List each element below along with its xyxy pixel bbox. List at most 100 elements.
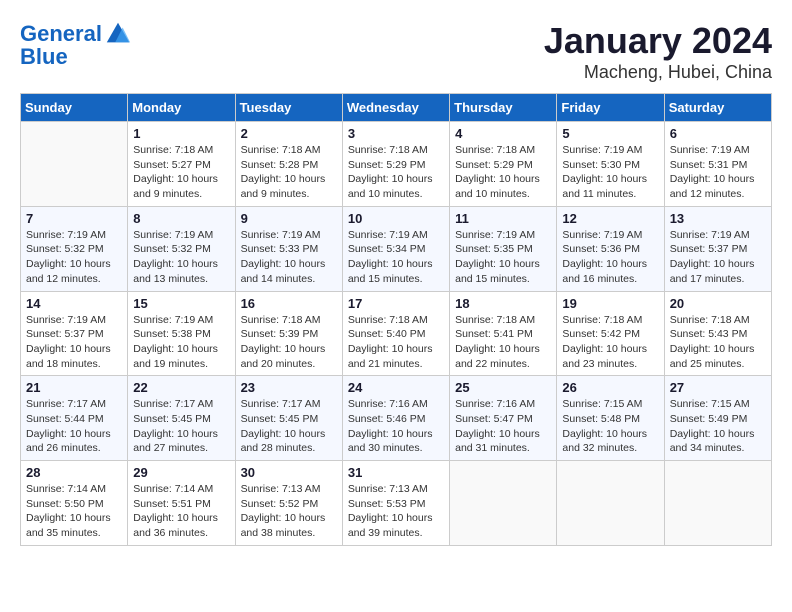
day-number: 28 (26, 465, 122, 480)
day-info: Sunrise: 7:19 AMSunset: 5:33 PMDaylight:… (241, 228, 337, 287)
day-info: Sunrise: 7:19 AMSunset: 5:36 PMDaylight:… (562, 228, 658, 287)
day-number: 3 (348, 126, 444, 141)
day-number: 20 (670, 296, 766, 311)
day-number: 26 (562, 380, 658, 395)
day-cell: 2 Sunrise: 7:18 AMSunset: 5:28 PMDaylight… (235, 122, 342, 207)
day-cell: 22Sunrise: 7:17 AMSunset: 5:45 PMDayligh… (128, 376, 235, 461)
day-cell (557, 461, 664, 546)
day-number: 1 (133, 126, 229, 141)
day-cell: 1 Sunrise: 7:18 AMSunset: 5:27 PMDaylight… (128, 122, 235, 207)
day-cell (21, 122, 128, 207)
logo: General Blue (20, 20, 132, 70)
day-cell: 28Sunrise: 7:14 AMSunset: 5:50 PMDayligh… (21, 461, 128, 546)
weekday-header-thursday: Thursday (450, 94, 557, 122)
day-number: 5 (562, 126, 658, 141)
title-block: January 2024 Macheng, Hubei, China (544, 20, 772, 83)
day-number: 7 (26, 211, 122, 226)
day-info: Sunrise: 7:19 AMSunset: 5:32 PMDaylight:… (26, 228, 122, 287)
day-number: 18 (455, 296, 551, 311)
day-cell: 24 Sunrise: 7:16 AMSunset: 5:46 PMDayligh… (342, 376, 449, 461)
day-cell: 8 Sunrise: 7:19 AMSunset: 5:32 PMDaylight… (128, 206, 235, 291)
day-info: Sunrise: 7:19 AMSunset: 5:31 PMDaylight:… (670, 143, 766, 202)
day-cell: 20 Sunrise: 7:18 AMSunset: 5:43 PMDayligh… (664, 291, 771, 376)
day-number: 12 (562, 211, 658, 226)
week-row-5: 28Sunrise: 7:14 AMSunset: 5:50 PMDayligh… (21, 461, 772, 546)
day-info: Sunrise: 7:18 AMSunset: 5:42 PMDaylight:… (562, 313, 658, 372)
day-info: Sunrise: 7:15 AMSunset: 5:49 PMDaylight:… (670, 397, 766, 456)
day-cell: 14 Sunrise: 7:19 AMSunset: 5:37 PMDayligh… (21, 291, 128, 376)
day-info: Sunrise: 7:14 AMSunset: 5:51 PMDaylight:… (133, 482, 229, 541)
day-number: 10 (348, 211, 444, 226)
day-info: Sunrise: 7:19 AMSunset: 5:35 PMDaylight:… (455, 228, 551, 287)
day-number: 8 (133, 211, 229, 226)
day-number: 25 (455, 380, 551, 395)
day-cell: 27 Sunrise: 7:15 AMSunset: 5:49 PMDayligh… (664, 376, 771, 461)
day-info: Sunrise: 7:13 AMSunset: 5:52 PMDaylight:… (241, 482, 337, 541)
day-cell: 16Sunrise: 7:18 AMSunset: 5:39 PMDayligh… (235, 291, 342, 376)
day-info: Sunrise: 7:19 AMSunset: 5:37 PMDaylight:… (26, 313, 122, 372)
day-number: 11 (455, 211, 551, 226)
calendar-table: SundayMondayTuesdayWednesdayThursdayFrid… (20, 93, 772, 546)
day-cell: 4Sunrise: 7:18 AMSunset: 5:29 PMDaylight… (450, 122, 557, 207)
day-info: Sunrise: 7:15 AMSunset: 5:48 PMDaylight:… (562, 397, 658, 456)
day-info: Sunrise: 7:17 AMSunset: 5:44 PMDaylight:… (26, 397, 122, 456)
day-number: 27 (670, 380, 766, 395)
day-cell: 7 Sunrise: 7:19 AMSunset: 5:32 PMDaylight… (21, 206, 128, 291)
weekday-header-row: SundayMondayTuesdayWednesdayThursdayFrid… (21, 94, 772, 122)
day-cell: 23 Sunrise: 7:17 AMSunset: 5:45 PMDayligh… (235, 376, 342, 461)
day-cell: 19Sunrise: 7:18 AMSunset: 5:42 PMDayligh… (557, 291, 664, 376)
day-info: Sunrise: 7:18 AMSunset: 5:40 PMDaylight:… (348, 313, 444, 372)
day-info: Sunrise: 7:19 AMSunset: 5:32 PMDaylight:… (133, 228, 229, 287)
day-cell: 9Sunrise: 7:19 AMSunset: 5:33 PMDaylight… (235, 206, 342, 291)
day-info: Sunrise: 7:18 AMSunset: 5:41 PMDaylight:… (455, 313, 551, 372)
day-cell: 29 Sunrise: 7:14 AMSunset: 5:51 PMDayligh… (128, 461, 235, 546)
day-cell: 18 Sunrise: 7:18 AMSunset: 5:41 PMDayligh… (450, 291, 557, 376)
day-cell: 13Sunrise: 7:19 AMSunset: 5:37 PMDayligh… (664, 206, 771, 291)
day-info: Sunrise: 7:19 AMSunset: 5:38 PMDaylight:… (133, 313, 229, 372)
day-cell: 25 Sunrise: 7:16 AMSunset: 5:47 PMDayligh… (450, 376, 557, 461)
day-number: 14 (26, 296, 122, 311)
day-cell: 26 Sunrise: 7:15 AMSunset: 5:48 PMDayligh… (557, 376, 664, 461)
day-number: 6 (670, 126, 766, 141)
location: Macheng, Hubei, China (544, 62, 772, 83)
day-info: Sunrise: 7:18 AMSunset: 5:28 PMDaylight:… (241, 143, 337, 202)
month-title: January 2024 (544, 20, 772, 62)
day-number: 30 (241, 465, 337, 480)
day-info: Sunrise: 7:18 AMSunset: 5:29 PMDaylight:… (348, 143, 444, 202)
day-info: Sunrise: 7:19 AMSunset: 5:34 PMDaylight:… (348, 228, 444, 287)
day-cell: 10 Sunrise: 7:19 AMSunset: 5:34 PMDayligh… (342, 206, 449, 291)
weekday-header-wednesday: Wednesday (342, 94, 449, 122)
day-cell: 31 Sunrise: 7:13 AMSunset: 5:53 PMDayligh… (342, 461, 449, 546)
day-number: 31 (348, 465, 444, 480)
day-cell: 5Sunrise: 7:19 AMSunset: 5:30 PMDaylight… (557, 122, 664, 207)
day-cell: 17 Sunrise: 7:18 AMSunset: 5:40 PMDayligh… (342, 291, 449, 376)
weekday-header-saturday: Saturday (664, 94, 771, 122)
day-number: 17 (348, 296, 444, 311)
day-number: 13 (670, 211, 766, 226)
day-number: 15 (133, 296, 229, 311)
day-number: 23 (241, 380, 337, 395)
day-cell: 3 Sunrise: 7:18 AMSunset: 5:29 PMDaylight… (342, 122, 449, 207)
weekday-header-sunday: Sunday (21, 94, 128, 122)
day-number: 22 (133, 380, 229, 395)
day-number: 2 (241, 126, 337, 141)
day-info: Sunrise: 7:18 AMSunset: 5:43 PMDaylight:… (670, 313, 766, 372)
day-number: 24 (348, 380, 444, 395)
week-row-2: 7 Sunrise: 7:19 AMSunset: 5:32 PMDaylight… (21, 206, 772, 291)
day-cell (664, 461, 771, 546)
day-info: Sunrise: 7:18 AMSunset: 5:27 PMDaylight:… (133, 143, 229, 202)
weekday-header-monday: Monday (128, 94, 235, 122)
weekday-header-tuesday: Tuesday (235, 94, 342, 122)
day-cell: 12 Sunrise: 7:19 AMSunset: 5:36 PMDayligh… (557, 206, 664, 291)
day-info: Sunrise: 7:18 AMSunset: 5:39 PMDaylight:… (241, 313, 337, 372)
logo-icon (104, 20, 132, 48)
week-row-1: 1 Sunrise: 7:18 AMSunset: 5:27 PMDaylight… (21, 122, 772, 207)
day-cell (450, 461, 557, 546)
day-info: Sunrise: 7:17 AMSunset: 5:45 PMDaylight:… (241, 397, 337, 456)
day-info: Sunrise: 7:13 AMSunset: 5:53 PMDaylight:… (348, 482, 444, 541)
day-info: Sunrise: 7:16 AMSunset: 5:46 PMDaylight:… (348, 397, 444, 456)
week-row-4: 21Sunrise: 7:17 AMSunset: 5:44 PMDayligh… (21, 376, 772, 461)
day-cell: 6 Sunrise: 7:19 AMSunset: 5:31 PMDaylight… (664, 122, 771, 207)
day-number: 29 (133, 465, 229, 480)
day-info: Sunrise: 7:16 AMSunset: 5:47 PMDaylight:… (455, 397, 551, 456)
